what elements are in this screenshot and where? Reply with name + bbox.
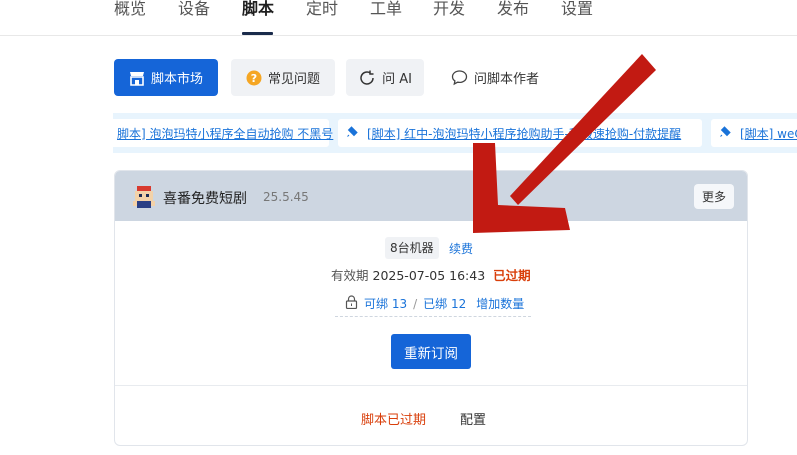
ticker-item[interactable]: [脚本] weC — [711, 119, 797, 147]
more-button[interactable]: 更多 — [694, 184, 734, 209]
bind-separator: / — [413, 296, 418, 311]
bell-icon — [719, 125, 732, 141]
script-title[interactable]: 喜番免费短剧 — [163, 188, 247, 208]
ticker-item-text[interactable]: [脚本] weC — [740, 125, 797, 142]
script-market-button[interactable]: 脚本市场 — [114, 59, 218, 96]
faq-label: 常见问题 — [267, 72, 320, 87]
machine-count-badge: 8台机器 — [385, 237, 439, 259]
ticker-item-text[interactable]: [脚本] 红中-泡泡玛特小程序抢购助手-秒极速抢购-付款提醒 — [367, 125, 681, 142]
validity-date: 2025-07-05 16:43 — [372, 268, 486, 283]
nav-publish[interactable]: 发布 — [497, 0, 529, 34]
script-market-label: 脚本市场 — [150, 72, 203, 87]
nav-overview[interactable]: 概览 — [114, 0, 146, 34]
nav-schedule[interactable]: 定时 — [306, 0, 338, 34]
ticker-item[interactable]: 脚本] 泡泡玛特小程序全自动抢购 不黑号 — [113, 119, 333, 147]
resubscribe-button[interactable]: 重新订阅 — [391, 334, 471, 369]
bindable-count: 可绑 13 — [364, 297, 408, 311]
nav-develop[interactable]: 开发 — [433, 0, 465, 34]
robot-avatar — [131, 184, 157, 210]
question-icon: ? — [246, 70, 262, 86]
expired-status: 已过期 — [493, 268, 531, 283]
renew-link[interactable]: 续费 — [449, 240, 473, 257]
ticker-item[interactable]: [脚本] 红中-泡泡玛特小程序抢购助手-秒极速抢购-付款提醒 — [338, 119, 702, 147]
card-header: 喜番免费短剧 25.5.45 更多 — [115, 171, 747, 221]
validity-line: 有效期 2025-07-05 16:43 已过期 — [331, 265, 531, 284]
ai-refresh-icon — [358, 69, 376, 87]
nav-tickets[interactable]: 工单 — [370, 0, 402, 34]
script-card: 喜番免费短剧 25.5.45 更多 8台机器 续费 有效期 2025-07-05… — [114, 170, 748, 446]
card-footer: 脚本已过期 配置 — [115, 385, 747, 445]
bell-icon — [346, 125, 359, 141]
faq-button[interactable]: ? 常见问题 — [231, 59, 335, 96]
ask-ai-button[interactable]: 问 AI — [346, 59, 424, 96]
announcement-ticker: 脚本] 泡泡玛特小程序全自动抢购 不黑号 [脚本] 红中-泡泡玛特小程序抢购助手… — [113, 113, 797, 153]
bound-count: 已绑 12 — [423, 297, 467, 311]
binding-info: 可绑 13 / 已绑 12 增加数量 — [335, 291, 531, 317]
nav-scripts[interactable]: 脚本 — [242, 0, 274, 34]
nav-active-indicator — [242, 32, 273, 35]
nav-settings[interactable]: 设置 — [561, 0, 593, 34]
add-quantity-link[interactable]: 增加数量 — [476, 295, 524, 312]
top-nav: 概览 设备 脚本 定时 工单 开发 发布 设置 — [0, 0, 797, 36]
validity-label: 有效期 — [331, 268, 369, 283]
ask-ai-label: 问 AI — [382, 72, 412, 87]
svg-text:?: ? — [251, 72, 257, 85]
ticker-item-text[interactable]: 脚本] 泡泡玛特小程序全自动抢购 不黑号 — [117, 125, 333, 142]
chat-icon — [451, 69, 468, 86]
store-icon — [129, 70, 145, 86]
config-link[interactable]: 配置 — [460, 409, 486, 428]
ask-author-label: 问脚本作者 — [473, 72, 539, 87]
ask-author-button[interactable]: 问脚本作者 — [440, 59, 550, 96]
script-expired-status[interactable]: 脚本已过期 — [361, 409, 426, 428]
script-version: 25.5.45 — [263, 190, 309, 204]
nav-devices[interactable]: 设备 — [178, 0, 210, 34]
lock-icon — [345, 295, 358, 312]
